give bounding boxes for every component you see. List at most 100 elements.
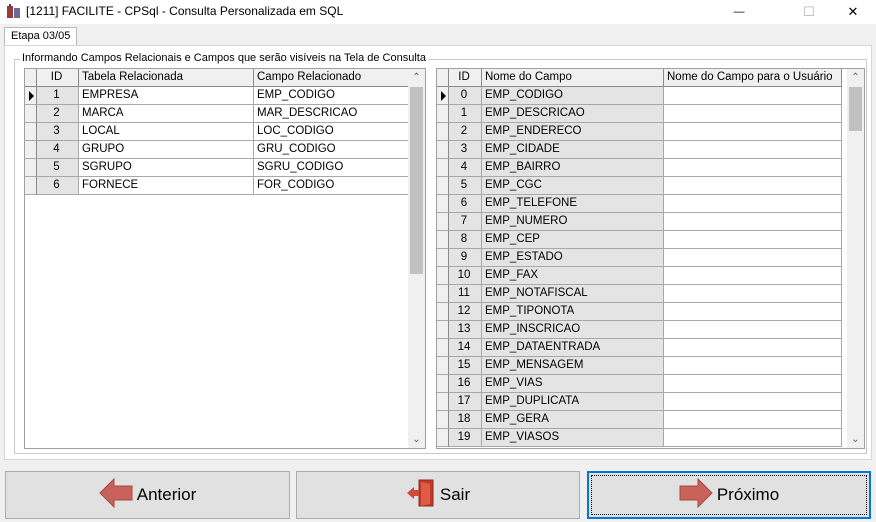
cell-id[interactable]: 15	[449, 357, 482, 375]
cell-nome-usuario[interactable]	[664, 429, 842, 447]
row-indicator[interactable]	[437, 141, 449, 159]
vertical-scrollbar[interactable]: ⌃ ⌄	[847, 69, 864, 448]
cell-id[interactable]: 10	[449, 267, 482, 285]
table-row[interactable]: 9 EMP_ESTADO	[437, 249, 842, 267]
column-header-nome-usuario[interactable]: Nome do Campo para o Usuário	[664, 69, 842, 87]
cell-nome-campo[interactable]: EMP_DATAENTRADA	[482, 339, 664, 357]
cell-nome-campo[interactable]: EMP_ESTADO	[482, 249, 664, 267]
cell-id[interactable]: 0	[449, 87, 482, 105]
row-indicator[interactable]	[25, 105, 37, 123]
table-row[interactable]: 12 EMP_TIPONOTA	[437, 303, 842, 321]
vertical-scrollbar[interactable]: ⌃ ⌄	[408, 69, 425, 448]
cell-nome-usuario[interactable]	[664, 177, 842, 195]
table-row[interactable]: 0 EMP_CODIGO	[437, 87, 842, 105]
table-row[interactable]: 3 EMP_CIDADE	[437, 141, 842, 159]
column-header-id[interactable]: ID	[37, 69, 79, 87]
row-indicator[interactable]	[437, 249, 449, 267]
cell-campo[interactable]: MAR_DESCRICAO	[254, 105, 410, 123]
row-indicator[interactable]	[437, 87, 449, 105]
cell-id[interactable]: 19	[449, 429, 482, 447]
cell-tabela[interactable]: SGRUPO	[79, 159, 254, 177]
table-row[interactable]: 6 FORNECE FOR_CODIGO	[25, 177, 410, 195]
cell-id[interactable]: 5	[449, 177, 482, 195]
row-indicator[interactable]	[437, 411, 449, 429]
cell-nome-usuario[interactable]	[664, 339, 842, 357]
table-row[interactable]: 18 EMP_GERA	[437, 411, 842, 429]
cell-campo[interactable]: FOR_CODIGO	[254, 177, 410, 195]
cell-tabela[interactable]: MARCA	[79, 105, 254, 123]
row-indicator[interactable]	[437, 123, 449, 141]
cell-nome-campo[interactable]: EMP_TELEFONE	[482, 195, 664, 213]
table-row[interactable]: 8 EMP_CEP	[437, 231, 842, 249]
table-row[interactable]: 4 EMP_BAIRRO	[437, 159, 842, 177]
cell-id[interactable]: 17	[449, 393, 482, 411]
row-indicator[interactable]	[437, 429, 449, 447]
cell-id[interactable]: 16	[449, 375, 482, 393]
cell-nome-usuario[interactable]	[664, 213, 842, 231]
column-header-campo[interactable]: Campo Relacionado	[254, 69, 410, 87]
cell-nome-usuario[interactable]	[664, 195, 842, 213]
cell-id[interactable]: 13	[449, 321, 482, 339]
cell-nome-usuario[interactable]	[664, 105, 842, 123]
app-icon[interactable]	[6, 4, 22, 20]
table-row[interactable]: 19 EMP_VIASOS	[437, 429, 842, 447]
table-row[interactable]: 14 EMP_DATAENTRADA	[437, 339, 842, 357]
row-indicator[interactable]	[437, 159, 449, 177]
cell-nome-usuario[interactable]	[664, 87, 842, 105]
cell-id[interactable]: 11	[449, 285, 482, 303]
cell-id[interactable]: 9	[449, 249, 482, 267]
table-row[interactable]: 13 EMP_INSCRICAO	[437, 321, 842, 339]
row-indicator[interactable]	[437, 393, 449, 411]
table-row[interactable]: 1 EMP_DESCRICAO	[437, 105, 842, 123]
maximize-button[interactable]: ☐	[786, 0, 832, 24]
scroll-up-icon[interactable]: ⌃	[847, 69, 864, 86]
sair-button[interactable]: Sair	[296, 471, 580, 519]
scroll-down-icon[interactable]: ⌄	[408, 431, 425, 448]
cell-nome-campo[interactable]: EMP_DUPLICATA	[482, 393, 664, 411]
row-indicator[interactable]	[437, 303, 449, 321]
row-indicator[interactable]	[25, 159, 37, 177]
cell-nome-usuario[interactable]	[664, 285, 842, 303]
row-indicator[interactable]	[437, 231, 449, 249]
cell-nome-campo[interactable]: EMP_GERA	[482, 411, 664, 429]
cell-nome-campo[interactable]: EMP_VIASOS	[482, 429, 664, 447]
cell-nome-campo[interactable]: EMP_NUMERO	[482, 213, 664, 231]
table-row[interactable]: 10 EMP_FAX	[437, 267, 842, 285]
cell-nome-campo[interactable]: EMP_CIDADE	[482, 141, 664, 159]
table-row[interactable]: 7 EMP_NUMERO	[437, 213, 842, 231]
table-row[interactable]: 2 MARCA MAR_DESCRICAO	[25, 105, 410, 123]
close-button[interactable]: ✕	[830, 0, 876, 24]
row-indicator[interactable]	[437, 285, 449, 303]
title-bar[interactable]: [1211] FACILITE - CPSql - Consulta Perso…	[0, 0, 876, 24]
row-indicator[interactable]	[437, 213, 449, 231]
cell-nome-campo[interactable]: EMP_FAX	[482, 267, 664, 285]
fields-grid[interactable]: ID Nome do Campo Nome do Campo para o Us…	[436, 68, 865, 449]
cell-nome-campo[interactable]: EMP_NOTAFISCAL	[482, 285, 664, 303]
cell-id[interactable]: 8	[449, 231, 482, 249]
cell-id[interactable]: 3	[37, 123, 79, 141]
cell-nome-campo[interactable]: EMP_CODIGO	[482, 87, 664, 105]
scroll-down-icon[interactable]: ⌄	[847, 431, 864, 448]
cell-id[interactable]: 4	[449, 159, 482, 177]
column-header-nome-campo[interactable]: Nome do Campo	[482, 69, 664, 87]
table-row[interactable]: 15 EMP_MENSAGEM	[437, 357, 842, 375]
proximo-button[interactable]: Próximo	[587, 471, 871, 519]
table-row[interactable]: 16 EMP_VIAS	[437, 375, 842, 393]
cell-campo[interactable]: SGRU_CODIGO	[254, 159, 410, 177]
table-row[interactable]: 2 EMP_ENDERECO	[437, 123, 842, 141]
cell-nome-campo[interactable]: EMP_TIPONOTA	[482, 303, 664, 321]
row-indicator[interactable]	[437, 177, 449, 195]
cell-nome-usuario[interactable]	[664, 357, 842, 375]
cell-nome-campo[interactable]: EMP_ENDERECO	[482, 123, 664, 141]
cell-nome-campo[interactable]: EMP_VIAS	[482, 375, 664, 393]
table-row[interactable]: 3 LOCAL LOC_CODIGO	[25, 123, 410, 141]
table-row[interactable]: 4 GRUPO GRU_CODIGO	[25, 141, 410, 159]
cell-tabela[interactable]: EMPRESA	[79, 87, 254, 105]
cell-id[interactable]: 1	[449, 105, 482, 123]
table-row[interactable]: 1 EMPRESA EMP_CODIGO	[25, 87, 410, 105]
table-row[interactable]: 6 EMP_TELEFONE	[437, 195, 842, 213]
table-row[interactable]: 5 EMP_CGC	[437, 177, 842, 195]
row-indicator[interactable]	[25, 177, 37, 195]
cell-id[interactable]: 1	[37, 87, 79, 105]
row-indicator[interactable]	[25, 123, 37, 141]
